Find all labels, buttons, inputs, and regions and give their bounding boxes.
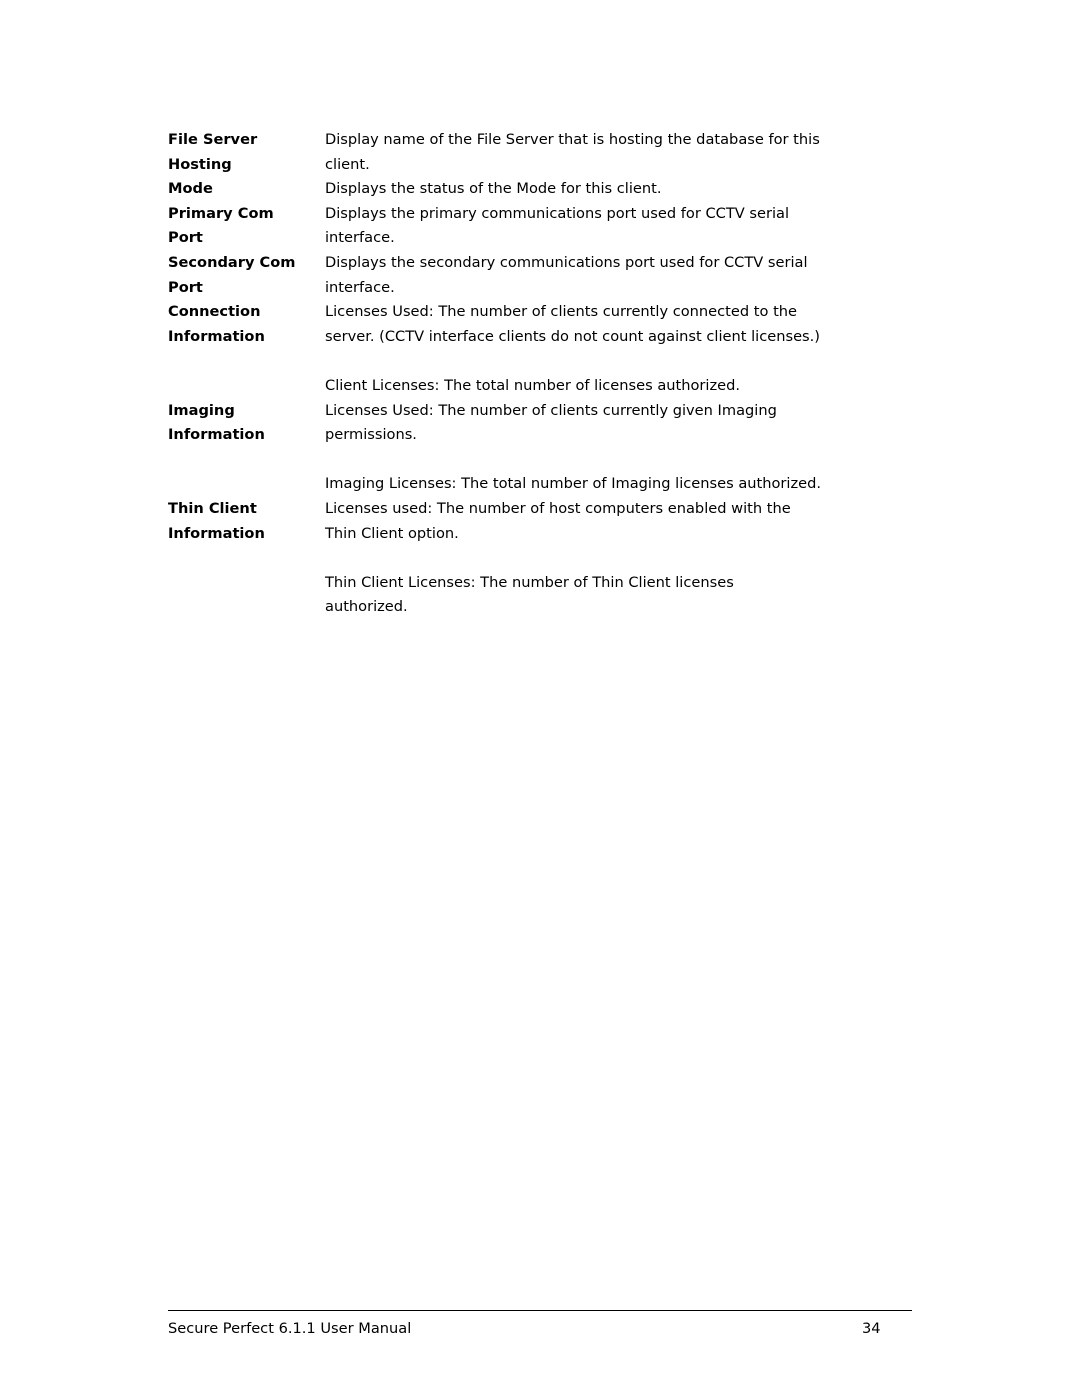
description-cell: Displays the status of the Mode for this… [325, 177, 848, 202]
description-line: Displays the secondary communications po… [325, 253, 808, 271]
table-row: Thin Client Information Licenses used: T… [168, 497, 848, 620]
term-line: Information [168, 524, 265, 542]
definitions-table: File Server Hosting Display name of the … [168, 128, 848, 620]
description-cell: Licenses used: The number of host comput… [325, 497, 848, 620]
term-line: Port [168, 278, 203, 296]
description-line [325, 546, 848, 571]
term-line: Hosting [168, 155, 232, 173]
description-line [325, 448, 848, 473]
term-line: Secondary Com [168, 253, 296, 271]
description-cell: Displays the primary communications port… [325, 202, 848, 251]
table-row: Primary Com Port Displays the primary co… [168, 202, 848, 251]
description-line: Thin Client option. [325, 524, 459, 542]
description-line: Licenses used: The number of host comput… [325, 499, 791, 517]
table-row: Imaging Information Licenses Used: The n… [168, 399, 848, 497]
description-line: Licenses Used: The number of clients cur… [325, 401, 777, 419]
description-line: server. (CCTV interface clients do not c… [325, 327, 820, 345]
description-line: permissions. [325, 426, 417, 444]
description-line: Displays the status of the Mode for this… [325, 180, 662, 198]
description-line: interface. [325, 229, 395, 247]
footer-page-number: 34 [862, 1320, 881, 1337]
term-cell: Thin Client Information [168, 497, 325, 620]
description-line: Imaging Licenses: The total number of Im… [325, 475, 822, 493]
term-line: Information [168, 426, 265, 444]
term-cell: Connection Information [168, 300, 325, 398]
table-row: File Server Hosting Display name of the … [168, 128, 848, 177]
description-line: Thin Client Licenses: The number of Thin… [325, 573, 734, 591]
description-cell: Licenses Used: The number of clients cur… [325, 300, 848, 398]
description-line: Client Licenses: The total number of lic… [325, 376, 741, 394]
footer-divider [168, 1310, 912, 1311]
term-line: Connection [168, 303, 261, 321]
term-line: Primary Com [168, 204, 274, 222]
description-line: Licenses Used: The number of clients cur… [325, 303, 798, 321]
footer-manual-title: Secure Perfect 6.1.1 User Manual [168, 1320, 412, 1337]
table-row: Connection Information Licenses Used: Th… [168, 300, 848, 398]
term-line: Thin Client [168, 499, 257, 517]
description-cell: Display name of the File Server that is … [325, 128, 848, 177]
term-cell: Secondary Com Port [168, 251, 325, 300]
description-cell: Licenses Used: The number of clients cur… [325, 399, 848, 497]
description-line: Displays the primary communications port… [325, 204, 790, 222]
definitions-table-body: File Server Hosting Display name of the … [168, 128, 848, 620]
term-cell: Mode [168, 177, 325, 202]
table-row: Mode Displays the status of the Mode for… [168, 177, 848, 202]
term-cell: File Server Hosting [168, 128, 325, 177]
description-line: Display name of the File Server that is … [325, 131, 820, 148]
document-page: File Server Hosting Display name of the … [0, 0, 1080, 1397]
term-line: Port [168, 229, 203, 247]
table-row: Secondary Com Port Displays the secondar… [168, 251, 848, 300]
term-line: Imaging [168, 401, 235, 419]
term-cell: Imaging Information [168, 399, 325, 497]
term-line: Mode [168, 180, 213, 198]
description-cell: Displays the secondary communications po… [325, 251, 848, 300]
term-line: File Server [168, 131, 258, 148]
description-line: authorized. [325, 598, 408, 616]
description-line: interface. [325, 278, 395, 296]
description-line: client. [325, 155, 370, 173]
term-cell: Primary Com Port [168, 202, 325, 251]
term-line: Information [168, 327, 265, 345]
description-line [325, 349, 848, 374]
